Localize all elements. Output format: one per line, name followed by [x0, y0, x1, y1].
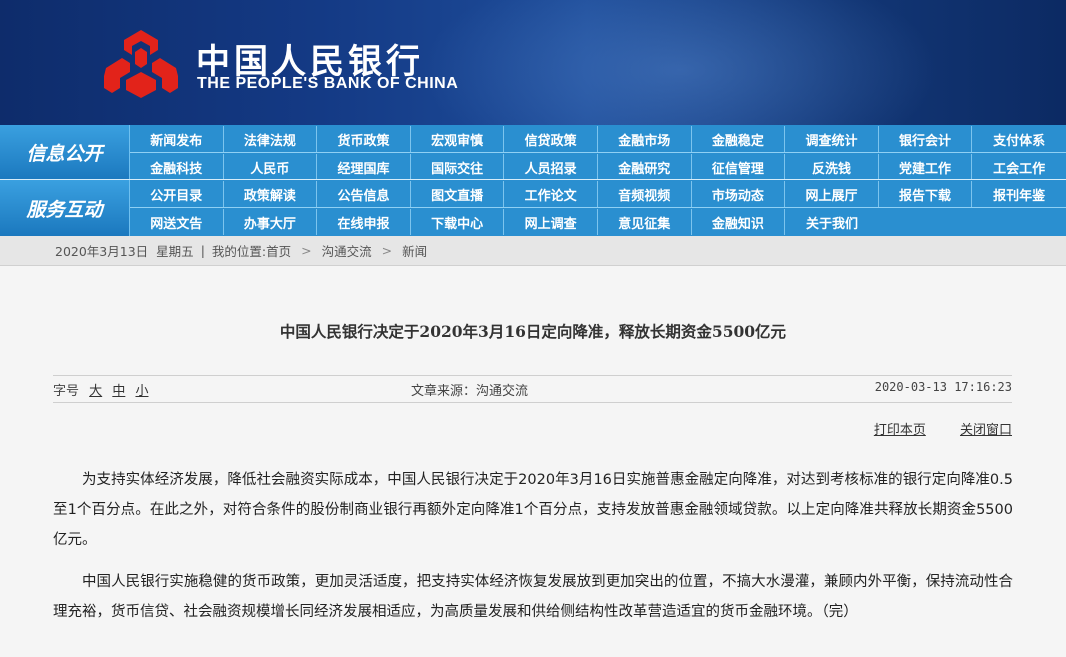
- article-source: 文章来源：沟通交流: [411, 384, 529, 399]
- breadcrumb-separator-icon: >: [381, 243, 393, 258]
- font-size-small-link[interactable]: 小: [135, 384, 148, 399]
- nav-service-section: 服务互动 公开目录 政策解读 公告信息 图文直播 工作论文 音频视频 市场动态 …: [0, 180, 1066, 236]
- current-weekday: 星期五: [156, 244, 194, 259]
- pboc-logo-icon[interactable]: [100, 28, 182, 100]
- nav-item[interactable]: 货币政策: [317, 126, 411, 152]
- nav-item[interactable]: 网上调查: [504, 209, 598, 235]
- nav-item[interactable]: 音频视频: [598, 181, 692, 207]
- nav-info-section: 信息公开 新闻发布 法律法规 货币政策 宏观审慎 信贷政策 金融市场 金融稳定 …: [0, 125, 1066, 180]
- nav-item[interactable]: 人员招录: [504, 154, 598, 180]
- font-size-control: 字号 大 中 小: [53, 380, 148, 399]
- nav-divider: [130, 152, 1066, 153]
- nav-info-row-2: 金融科技 人民币 经理国库 国际交往 人员招录 金融研究 征信管理 反洗钱 党建…: [130, 154, 1066, 180]
- nav-item[interactable]: 图文直播: [411, 181, 505, 207]
- nav-item[interactable]: 办事大厅: [224, 209, 318, 235]
- nav-service-row-2: 网送文告 办事大厅 在线申报 下载中心 网上调查 意见征集 金融知识 关于我们: [130, 209, 1066, 235]
- nav-item[interactable]: 网送文告: [130, 209, 224, 235]
- nav-item[interactable]: 在线申报: [317, 209, 411, 235]
- nav-item[interactable]: 国际交往: [411, 154, 505, 180]
- nav-item[interactable]: 公告信息: [317, 181, 411, 207]
- nav-item[interactable]: 金融科技: [130, 154, 224, 180]
- font-size-large-link[interactable]: 大: [89, 384, 102, 399]
- nav-item[interactable]: 宏观审慎: [411, 126, 505, 152]
- nav-item[interactable]: 党建工作: [879, 154, 973, 180]
- meta-top-divider: [53, 375, 1012, 376]
- nav-item[interactable]: 反洗钱: [785, 154, 879, 180]
- nav-item[interactable]: 征信管理: [692, 154, 786, 180]
- breadcrumb-divider: |: [200, 243, 205, 258]
- nav-item[interactable]: 意见征集: [598, 209, 692, 235]
- nav-item[interactable]: 新闻发布: [130, 126, 224, 152]
- nav-item[interactable]: 下载中心: [411, 209, 505, 235]
- article-actions: 打印本页 关闭窗口: [844, 419, 1012, 438]
- breadcrumb-separator-icon: >: [301, 243, 312, 258]
- nav-divider: [130, 207, 1066, 208]
- logo-english-name: THE PEOPLE'S BANK OF CHINA: [197, 75, 459, 92]
- article-paragraph: 中国人民银行实施稳健的货币政策，更加灵活适度，把支持实体经济恢复发展放到更加突出…: [53, 574, 1013, 620]
- nav-item[interactable]: 人民币: [224, 154, 318, 180]
- meta-bottom-divider: [53, 402, 1012, 403]
- article-title: 中国人民银行决定于2020年3月16日定向降准，释放长期资金5500亿元: [279, 322, 787, 341]
- close-window-link[interactable]: 关闭窗口: [960, 423, 1012, 438]
- article-datetime: 2020-03-13 17:16:23: [874, 380, 1012, 394]
- nav-category-info[interactable]: 信息公开: [0, 125, 130, 180]
- print-page-link[interactable]: 打印本页: [874, 423, 926, 438]
- font-size-medium-link[interactable]: 中: [112, 384, 125, 399]
- breadcrumb-news-link[interactable]: 新闻: [402, 241, 427, 260]
- nav-item[interactable]: 政策解读: [224, 181, 318, 207]
- nav-item[interactable]: 支付体系: [972, 126, 1066, 152]
- nav-info-row-1: 新闻发布 法律法规 货币政策 宏观审慎 信贷政策 金融市场 金融稳定 调查统计 …: [130, 126, 1066, 152]
- nav-item[interactable]: 金融知识: [692, 209, 786, 235]
- article-meta: 字号 大 中 小 文章来源：沟通交流 2020-03-13 17:16:23: [53, 380, 1012, 400]
- nav-item[interactable]: 工作论文: [504, 181, 598, 207]
- nav-item[interactable]: 报告下载: [879, 181, 973, 207]
- nav-item[interactable]: 信贷政策: [504, 126, 598, 152]
- nav-item[interactable]: 经理国库: [317, 154, 411, 180]
- site-header: 中国人民银行 THE PEOPLE'S BANK OF CHINA: [0, 0, 1066, 125]
- breadcrumb-communication-link[interactable]: 沟通交流: [322, 241, 372, 260]
- header-glow: [420, 0, 940, 125]
- nav-category-service[interactable]: 服务互动: [0, 180, 130, 236]
- nav-item[interactable]: 金融市场: [598, 126, 692, 152]
- current-date: 2020年3月13日: [55, 244, 149, 259]
- article-paragraph: 为支持实体经济发展，降低社会融资实际成本，中国人民银行决定于2020年3月16日…: [53, 472, 1013, 548]
- nav-item[interactable]: 市场动态: [692, 181, 786, 207]
- font-size-label: 字号: [53, 384, 80, 399]
- nav-item[interactable]: 法律法规: [224, 126, 318, 152]
- nav-item[interactable]: 关于我们: [785, 209, 879, 235]
- nav-item[interactable]: 公开目录: [130, 181, 224, 207]
- nav-item[interactable]: 工会工作: [972, 154, 1066, 180]
- location-label: 我的位置:: [211, 244, 267, 259]
- article-container: 中国人民银行决定于2020年3月16日定向降准，释放长期资金5500亿元 字号 …: [0, 267, 1066, 657]
- nav-item[interactable]: 金融研究: [598, 154, 692, 180]
- nav-item[interactable]: 银行会计: [879, 126, 973, 152]
- nav-item[interactable]: 调查统计: [785, 126, 879, 152]
- breadcrumb-home-link[interactable]: 首页: [266, 241, 291, 260]
- breadcrumb: 2020年3月13日 星期五 | 我的位置: 首页 > 沟通交流 > 新闻: [0, 236, 1066, 266]
- nav-item[interactable]: 金融稳定: [692, 126, 786, 152]
- nav-item[interactable]: 网上展厅: [785, 181, 879, 207]
- nav-service-row-1: 公开目录 政策解读 公告信息 图文直播 工作论文 音频视频 市场动态 网上展厅 …: [130, 181, 1066, 207]
- nav-item[interactable]: 报刊年鉴: [972, 181, 1066, 207]
